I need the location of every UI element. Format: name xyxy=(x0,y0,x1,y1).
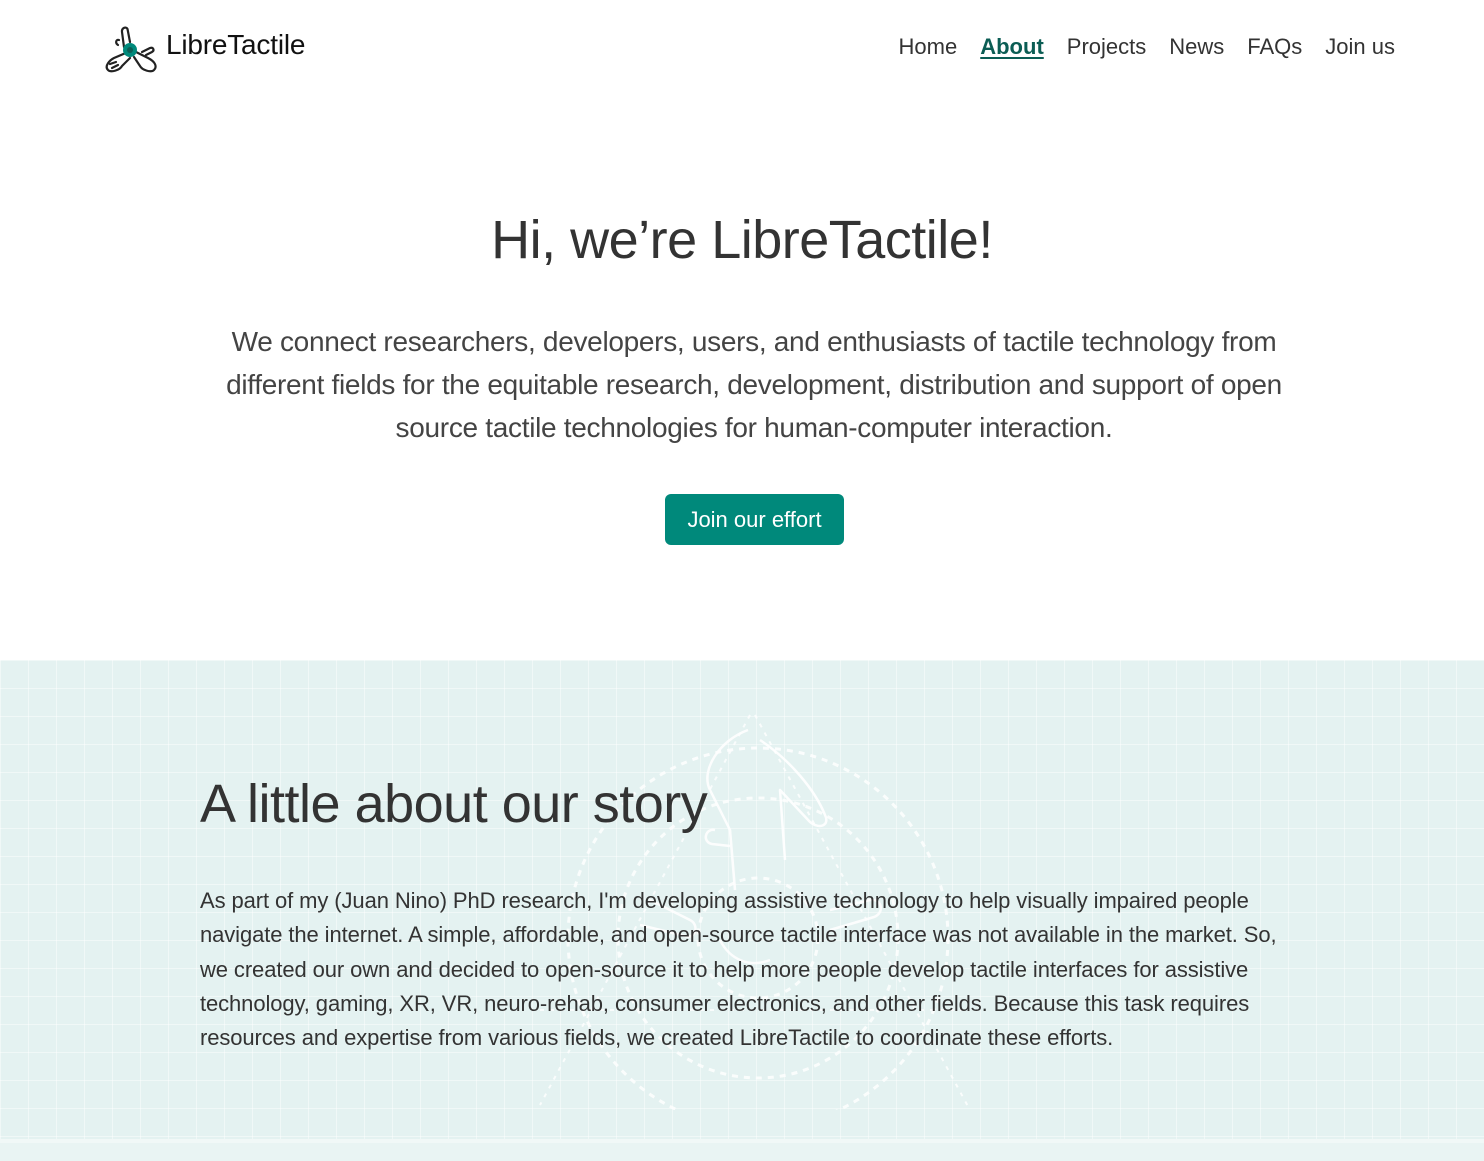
story-text: As part of my (Juan Nino) PhD research, … xyxy=(200,888,1277,1051)
nav-faqs-link[interactable]: FAQs xyxy=(1247,32,1302,62)
join-our-effort-button[interactable]: Join our effort xyxy=(665,494,844,545)
story-section: A little about our story As part of my (… xyxy=(0,660,1484,1161)
main-nav: Home About Projects News FAQs Join us xyxy=(876,32,1395,62)
brand-home-link[interactable]: LibreTactile xyxy=(102,18,305,76)
nav-news-link[interactable]: News xyxy=(1169,32,1224,62)
three-hands-logo-icon xyxy=(105,26,157,73)
brand-name: LibreTactile xyxy=(166,29,306,60)
hero-section: Hi, we’re LibreTactile! We connect resea… xyxy=(0,96,1484,660)
nav-join-us-link[interactable]: Join us xyxy=(1325,32,1395,62)
nav-home-link[interactable]: Home xyxy=(899,32,958,62)
nav-about-link[interactable]: About xyxy=(980,32,1044,62)
nav-projects-link[interactable]: Projects xyxy=(1067,32,1146,62)
section-divider xyxy=(0,1139,1484,1161)
hero-title: Hi, we’re LibreTactile! xyxy=(491,210,993,270)
hero-description: We connect researchers, developers, user… xyxy=(226,326,1282,443)
story-title: A little about our story xyxy=(200,774,708,834)
site-header: LibreTactile Home About Projects News FA… xyxy=(0,0,1484,96)
